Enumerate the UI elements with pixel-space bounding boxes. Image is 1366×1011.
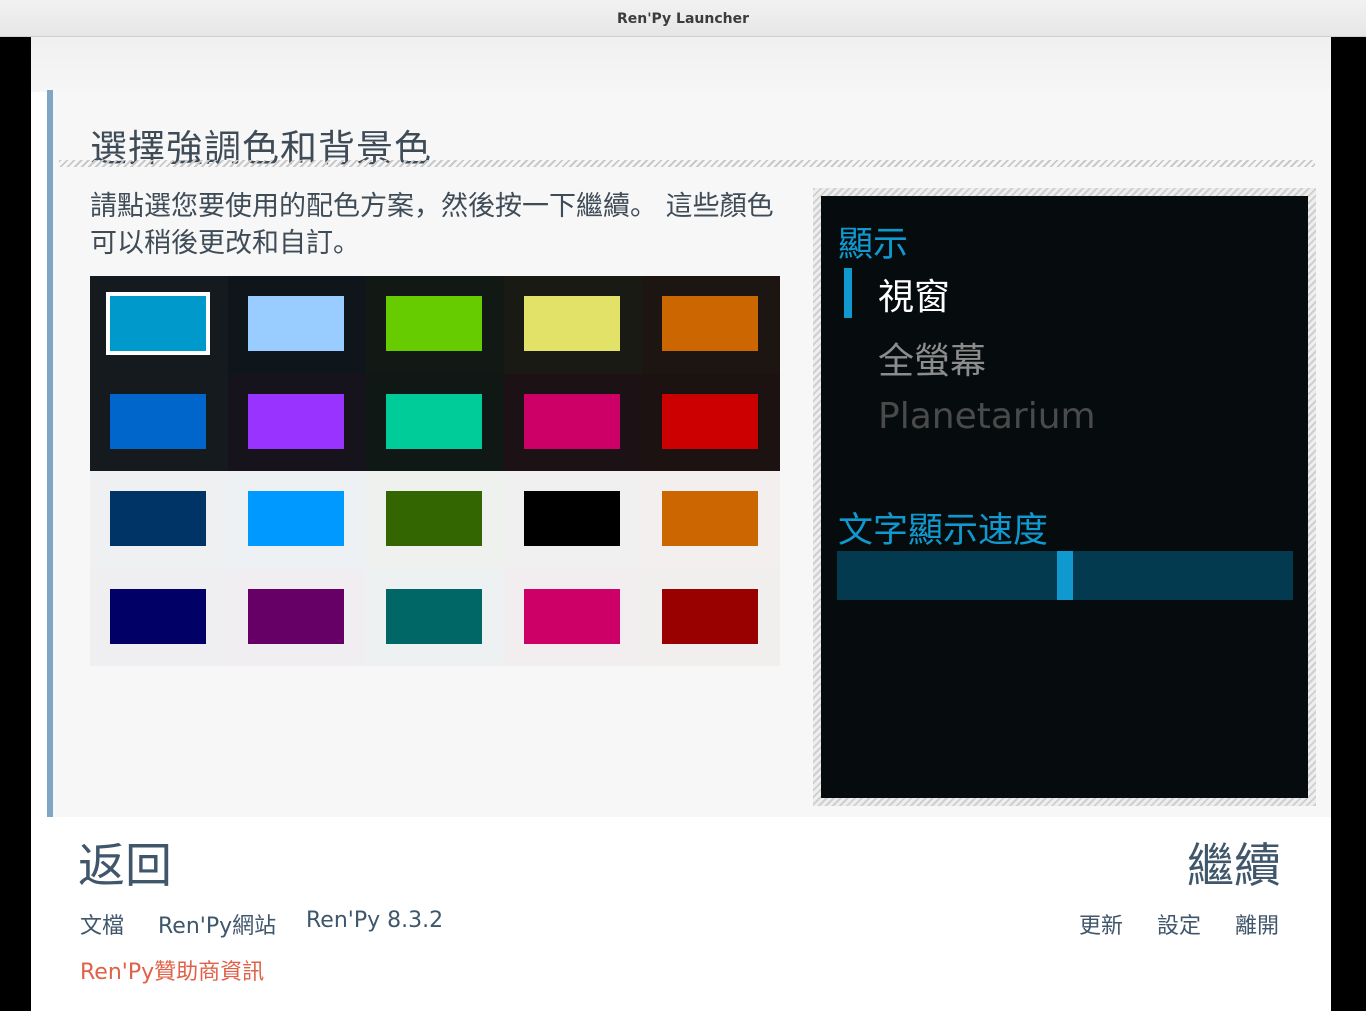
color-swatch-2[interactable] — [248, 296, 344, 351]
window-title: Ren'Py Launcher — [616, 11, 749, 27]
preview-text-speed-slider — [837, 551, 1293, 600]
swatch-cell — [642, 373, 780, 471]
color-swatch-3[interactable] — [386, 296, 482, 351]
swatch-cell — [366, 568, 504, 666]
panel-accent-bar — [47, 90, 53, 817]
swatch-cell — [642, 568, 780, 666]
color-swatch-9[interactable] — [524, 393, 620, 449]
footer-version-link[interactable]: Ren'Py 8.3.2 — [306, 908, 443, 933]
color-swatch-11[interactable] — [110, 491, 206, 546]
swatch-cell — [90, 471, 228, 569]
window-titlebar: Ren'Py Launcher — [0, 0, 1366, 37]
color-swatch-17[interactable] — [248, 588, 344, 644]
swatch-cell — [504, 471, 642, 569]
swatch-cell — [504, 568, 642, 666]
content-panel: 選擇強調色和背景色 請點選您要使用的配色方案，然後按一下繼續。 這些顏色可以稍後… — [47, 90, 1331, 817]
swatch-cell — [642, 471, 780, 569]
swatch-cell — [228, 276, 366, 374]
footer-quit-link[interactable]: 離開 — [1235, 908, 1279, 940]
title-divider — [59, 160, 1315, 167]
swatch-cell — [366, 471, 504, 569]
preview-frame: 顯示 視窗 全螢幕 Planetarium 文字顯示速度 — [813, 188, 1316, 806]
instructions-text: 請點選您要使用的配色方案，然後按一下繼續。 這些顏色可以稍後更改和自訂。 — [90, 191, 774, 259]
color-swatch-8[interactable] — [386, 393, 482, 449]
back-button[interactable]: 返回 — [78, 827, 172, 896]
color-swatch-18[interactable] — [386, 588, 482, 644]
preview-option-fullscreen: 全螢幕 — [878, 341, 987, 382]
continue-button[interactable]: 繼續 — [1187, 827, 1281, 896]
swatch-cell — [90, 373, 228, 471]
color-swatch-13[interactable] — [386, 491, 482, 546]
launcher-window: 選擇強調色和背景色 請點選您要使用的配色方案，然後按一下繼續。 這些顏色可以稍後… — [31, 37, 1331, 1011]
footer-website-link[interactable]: Ren'Py網站 — [158, 908, 276, 940]
swatch-cell — [228, 373, 366, 471]
color-swatch-7[interactable] — [248, 393, 344, 449]
color-swatch-20[interactable] — [662, 588, 758, 644]
theme-preview: 顯示 視窗 全螢幕 Planetarium 文字顯示速度 — [821, 196, 1308, 798]
color-swatch-1[interactable] — [110, 296, 206, 351]
swatch-cell — [228, 471, 366, 569]
preview-option-planetarium: Planetarium — [878, 396, 1096, 437]
color-swatch-14[interactable] — [524, 491, 620, 546]
color-swatch-12[interactable] — [248, 491, 344, 546]
preview-option-window: 視窗 — [878, 277, 951, 318]
swatch-cell — [366, 373, 504, 471]
footer-sponsor-link[interactable]: Ren'Py贊助商資訊 — [80, 954, 264, 986]
footer-update-link[interactable]: 更新 — [1079, 908, 1123, 940]
swatch-cell — [504, 276, 642, 374]
swatch-cell — [90, 276, 228, 374]
swatch-cell — [642, 276, 780, 374]
color-swatch-5[interactable] — [662, 296, 758, 351]
swatch-cell — [228, 568, 366, 666]
preview-text-speed-heading: 文字顯示速度 — [838, 511, 1049, 551]
color-swatch-15[interactable] — [662, 491, 758, 546]
swatch-cell — [504, 373, 642, 471]
preview-display-heading: 顯示 — [838, 225, 909, 265]
color-swatch-grid — [90, 276, 780, 666]
footer-docs-link[interactable]: 文檔 — [80, 908, 124, 940]
preview-slider-thumb — [1057, 551, 1073, 600]
color-swatch-16[interactable] — [110, 588, 206, 644]
color-swatch-10[interactable] — [662, 393, 758, 449]
swatch-cell — [366, 276, 504, 374]
color-swatch-4[interactable] — [524, 296, 620, 351]
top-band — [31, 37, 1331, 92]
footer-preferences-link[interactable]: 設定 — [1157, 908, 1201, 940]
color-swatch-6[interactable] — [110, 393, 206, 449]
color-swatch-19[interactable] — [524, 588, 620, 644]
preview-selected-marker — [844, 268, 852, 318]
swatch-cell — [90, 568, 228, 666]
